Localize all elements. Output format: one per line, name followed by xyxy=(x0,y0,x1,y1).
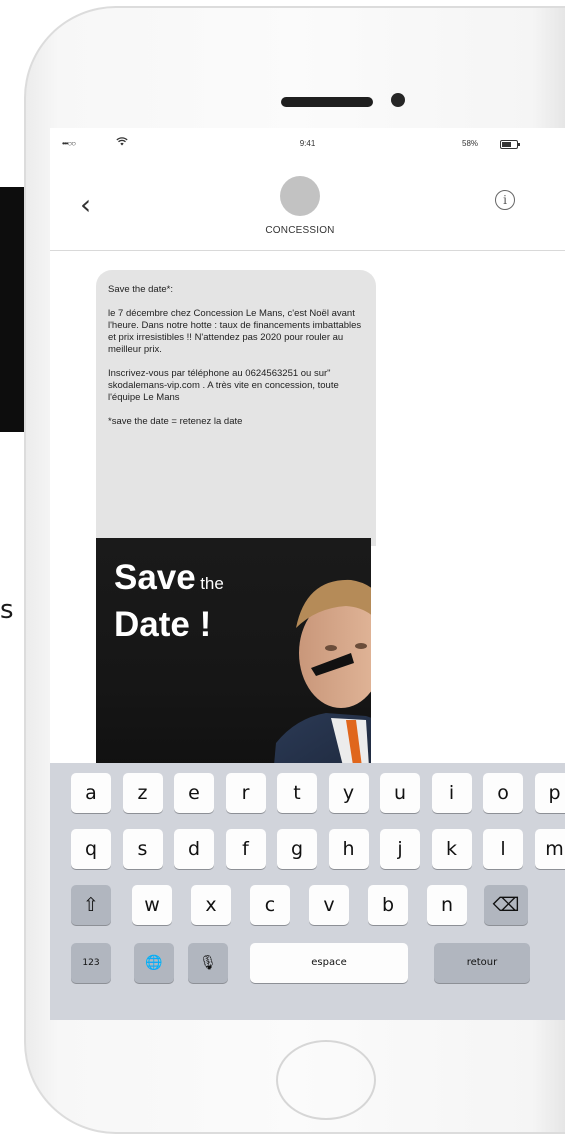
key-q[interactable]: q xyxy=(71,829,111,869)
return-key[interactable]: retour xyxy=(434,943,530,983)
delete-key[interactable]: ⌫ xyxy=(484,885,528,925)
info-icon[interactable]: i xyxy=(495,190,515,210)
key-m[interactable]: m xyxy=(534,829,565,869)
globe-icon: 🌐 xyxy=(145,955,163,971)
shift-icon: ⇧ xyxy=(83,894,99,916)
mms-image[interactable]: Save the Date ! xyxy=(96,538,371,783)
battery-percentage: 58% xyxy=(462,139,479,148)
microphone-key[interactable]: 🎙 xyxy=(188,943,228,983)
key-x[interactable]: x xyxy=(191,885,231,925)
shift-key[interactable]: ⇧ xyxy=(71,885,111,925)
contact-avatar[interactable] xyxy=(280,176,320,216)
key-f[interactable]: f xyxy=(225,829,266,869)
key-c[interactable]: c xyxy=(250,885,290,925)
contact-name[interactable]: CONCESSION xyxy=(50,225,550,236)
key-v[interactable]: v xyxy=(309,885,349,925)
key-a[interactable]: a xyxy=(71,773,111,813)
key-w[interactable]: w xyxy=(132,885,172,925)
key-k[interactable]: k xyxy=(431,829,472,869)
key-u[interactable]: u xyxy=(380,773,420,813)
conversation-header: ‹ CONCESSION i xyxy=(50,158,565,251)
message-bubble: Save the date*: le 7 décembre chez Conce… xyxy=(96,270,376,546)
globe-key[interactable]: 🌐 xyxy=(134,943,174,983)
status-time: 9:41 xyxy=(299,139,316,148)
back-arrow-icon[interactable]: ‹ xyxy=(80,188,91,221)
delete-icon: ⌫ xyxy=(492,894,520,916)
key-p[interactable]: p xyxy=(534,773,565,813)
key-z[interactable]: z xyxy=(122,773,163,813)
key-t[interactable]: t xyxy=(277,773,317,813)
key-g[interactable]: g xyxy=(277,829,317,869)
message-footnote: *save the date = retenez la date xyxy=(108,416,243,427)
keyboard: azertyuiop qsdfghjklm wxcvbn ⇧ ⌫ 123 🌐 🎙… xyxy=(50,763,565,1020)
key-n[interactable]: n xyxy=(427,885,467,925)
key-h[interactable]: h xyxy=(328,829,369,869)
message-body: le 7 décembre chez Concession Le Mans, c… xyxy=(108,308,362,355)
key-d[interactable]: d xyxy=(174,829,214,869)
save-the-date-text: Save the Date ! xyxy=(114,558,224,652)
key-y[interactable]: y xyxy=(328,773,369,813)
key-o[interactable]: o xyxy=(483,773,523,813)
message-title: Save the date*: xyxy=(108,284,173,295)
space-key[interactable]: espace xyxy=(250,943,408,983)
key-e[interactable]: e xyxy=(174,773,214,813)
microphone-icon: 🎙 xyxy=(199,955,217,971)
date-word: Date ! xyxy=(114,605,212,644)
speaker-grille xyxy=(281,97,373,107)
man-portrait-illustration xyxy=(272,579,371,783)
battery-icon xyxy=(500,140,520,149)
save-word: Save xyxy=(114,558,196,597)
key-b[interactable]: b xyxy=(368,885,408,925)
home-button[interactable] xyxy=(276,1040,376,1120)
background-edge-text: s xyxy=(0,595,14,625)
status-bar: •••○○ 9:41 58% xyxy=(50,128,565,156)
key-s[interactable]: s xyxy=(122,829,163,869)
message-contact-info: Inscrivez-vous par téléphone au 06245632… xyxy=(108,368,339,403)
key-j[interactable]: j xyxy=(380,829,420,869)
front-camera xyxy=(391,93,405,107)
numbers-key[interactable]: 123 xyxy=(71,943,111,983)
phone-screen: •••○○ 9:41 58% ‹ CONCESSION i Save the d… xyxy=(50,128,565,1020)
key-i[interactable]: i xyxy=(431,773,472,813)
key-l[interactable]: l xyxy=(483,829,523,869)
the-word: the xyxy=(200,574,224,593)
key-r[interactable]: r xyxy=(225,773,266,813)
